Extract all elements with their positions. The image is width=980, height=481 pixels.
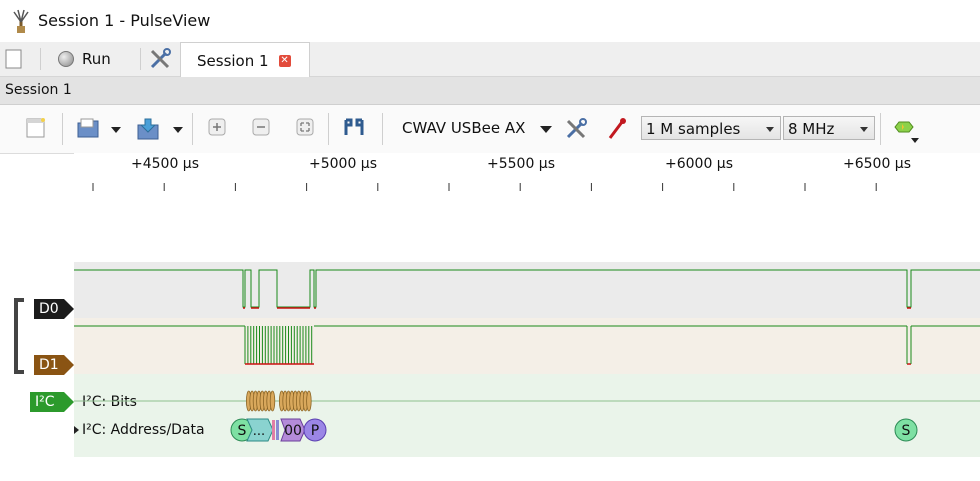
annotation-bit[interactable]: [306, 390, 312, 412]
annotation-stop: P: [311, 423, 319, 439]
annotation-rw-bit[interactable]: [272, 420, 275, 440]
annotation-data: 00: [284, 423, 302, 439]
annotation-address: ...: [253, 424, 265, 439]
waveform-d1-edge: [906, 326, 912, 364]
waveform-d1-burst: [244, 326, 313, 364]
annotation-start: S: [238, 423, 247, 439]
waveform-view[interactable]: S ... 00 P S: [0, 0, 980, 481]
annotation-start-2: S: [902, 423, 911, 439]
annotation-bit[interactable]: [269, 390, 276, 412]
decoder-address-data-annotations: S ... 00 P S: [230, 418, 918, 442]
waveform-d0: [74, 269, 980, 308]
annotation-ack-bit[interactable]: [276, 420, 279, 440]
